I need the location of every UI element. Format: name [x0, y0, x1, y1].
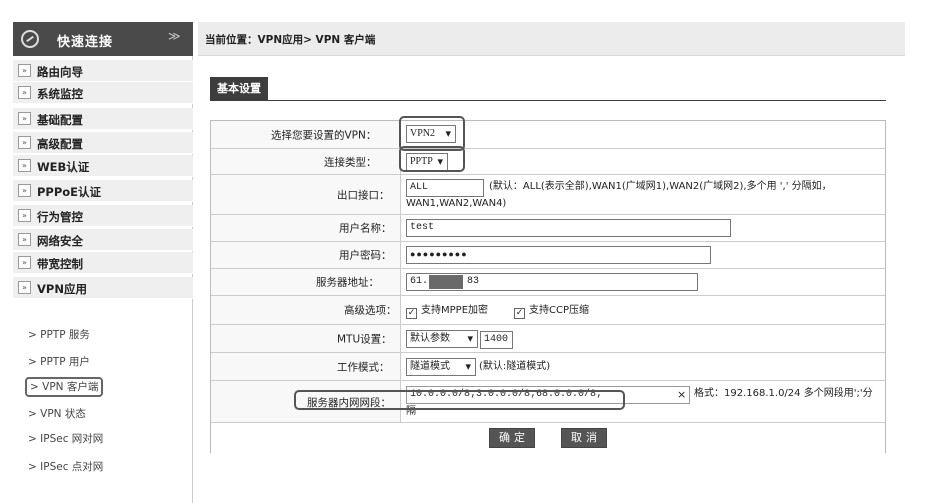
sidebar-item-label: PPPoE认证 [37, 185, 102, 199]
password-input[interactable]: ●●●●●●●●● [406, 246, 711, 264]
sidebar-subitem-3[interactable]: > VPN 状态 [25, 404, 89, 424]
server-label: 服务器地址： [316, 276, 379, 289]
mode-hint: (默认:隧道模式) [479, 361, 551, 372]
sidebar-item-2[interactable]: » 基础配置 [13, 108, 193, 130]
sidebar-item-label: 带宽控制 [37, 257, 83, 271]
sidebar-item-6[interactable]: » 行为管控 [13, 205, 193, 227]
server-address-input[interactable]: 61. 83 [406, 273, 698, 291]
row-advanced-options: 高级选项： ✓ 支持MPPE加密 ✓ 支持CCP压缩 [211, 296, 885, 325]
ok-button[interactable]: 确定 [489, 428, 535, 448]
sidebar: 快速连接 ≫ » 路由向导 » 系统监控 » 基础配置 » 高级配置 » WEB认证 » PPPoE认… [13, 22, 193, 503]
highlight-connection-type [399, 146, 465, 172]
sidebar-title: 快速连接 [57, 35, 114, 50]
expand-arrow-icon: » [18, 86, 31, 99]
username-input[interactable]: test [406, 219, 731, 237]
cancel-button[interactable]: 取消 [561, 428, 607, 448]
row-outlet-interface: 出口接口： ALL (默认：ALL(表示全部),WAN1(广域网1),WAN2(… [211, 175, 885, 215]
clear-icon[interactable]: × [677, 388, 686, 402]
chevron-down-icon: ▾ [467, 332, 473, 345]
sidebar-item-0[interactable]: » 路由向导 [13, 60, 193, 82]
sidebar-item-3[interactable]: » 高级配置 [13, 132, 193, 154]
work-mode-select[interactable]: 隧道模式 ▾ [406, 358, 476, 376]
redaction-mask [429, 275, 463, 289]
sidebar-subitem-0[interactable]: > PPTP 服务 [25, 325, 93, 345]
mtu-label: MTU设置： [337, 333, 392, 345]
outlet-hint-line2: WAN1,WAN2,WAN4) [406, 198, 507, 209]
row-buttons: 确定 取消 [211, 423, 885, 454]
row-mtu: MTU设置： 默认参数 ▾ 1400 [211, 325, 885, 353]
sidebar-subitem-2[interactable]: > VPN 客户端 [25, 377, 104, 397]
row-password: 用户密码： ●●●●●●●●● [211, 242, 885, 269]
vpn-select-label: 选择您要设置的VPN： [271, 129, 377, 141]
sidebar-subitem-4[interactable]: > IPSec 网对网 [25, 429, 106, 449]
expand-arrow-icon: » [18, 184, 31, 197]
row-server-address: 服务器地址： 61. 83 [211, 269, 885, 296]
chevron-down-icon: ▾ [465, 360, 471, 373]
sidebar-item-1[interactable]: » 系统监控 [13, 82, 193, 104]
sidebar-item-4[interactable]: » WEB认证 [13, 155, 193, 177]
outlet-interface-input[interactable]: ALL [406, 179, 484, 197]
expand-arrow-icon: » [18, 159, 31, 172]
quick-connect-icon [21, 30, 39, 48]
section-divider [210, 100, 886, 101]
expand-arrow-icon: » [18, 112, 31, 125]
outlet-hint: (默认：ALL(表示全部),WAN1(广域网1),WAN2(广域网2),多个用 … [489, 181, 832, 192]
breadcrumb: 当前位置：VPN应用> VPN 客户端 [205, 34, 376, 46]
collapse-chevron-icon[interactable]: ≫ [168, 29, 181, 43]
mtu-select[interactable]: 默认参数 ▾ [406, 330, 478, 348]
expand-arrow-icon: » [18, 256, 31, 269]
mtu-value-input[interactable]: 1400 [480, 331, 513, 349]
breadcrumb-bar: 当前位置：VPN应用> VPN 客户端 [198, 22, 905, 56]
username-label: 用户名称： [339, 222, 392, 235]
highlight-subnet [294, 390, 625, 410]
row-username: 用户名称： test [211, 215, 885, 242]
advanced-label: 高级选项： [344, 304, 397, 317]
sidebar-item-label: VPN应用 [37, 282, 87, 296]
expand-arrow-icon: » [18, 136, 31, 149]
outlet-label: 出口接口： [337, 189, 390, 201]
expand-arrow-icon: » [18, 209, 31, 222]
mode-label: 工作模式： [337, 361, 390, 373]
sidebar-item-label: 行为管控 [37, 210, 83, 224]
section-tab-basic-settings[interactable]: 基本设置 [210, 77, 268, 100]
sidebar-item-9[interactable]: » VPN应用 [13, 277, 193, 299]
sidebar-item-label: 系统监控 [37, 87, 83, 101]
expand-arrow-icon: » [18, 233, 31, 246]
subnet-hint: 格式：192.168.1.0/24 多个网段用';'分 [694, 388, 873, 399]
expand-arrow-icon: » [18, 281, 31, 294]
sidebar-item-label: WEB认证 [37, 160, 90, 174]
password-label: 用户密码： [339, 249, 392, 262]
sidebar-header[interactable]: 快速连接 ≫ [13, 22, 193, 56]
sidebar-item-label: 基础配置 [37, 113, 83, 127]
row-vpn-select: 选择您要设置的VPN： VPN2 ▾ [211, 121, 885, 149]
ccp-checkbox[interactable]: ✓ [514, 308, 525, 319]
expand-arrow-icon: » [18, 64, 31, 77]
mppe-checkbox[interactable]: ✓ [406, 308, 417, 319]
sidebar-subitem-1[interactable]: > PPTP 用户 [25, 352, 93, 372]
sidebar-item-8[interactable]: » 带宽控制 [13, 252, 193, 274]
sidebar-item-label: 路由向导 [37, 65, 83, 79]
mppe-option[interactable]: ✓ 支持MPPE加密 [406, 304, 488, 319]
sidebar-item-label: 网络安全 [37, 234, 83, 248]
ccp-option[interactable]: ✓ 支持CCP压缩 [514, 304, 589, 319]
sidebar-item-7[interactable]: » 网络安全 [13, 229, 193, 251]
sidebar-item-5[interactable]: » PPPoE认证 [13, 180, 193, 202]
row-work-mode: 工作模式： 隧道模式 ▾ (默认:隧道模式) [211, 353, 885, 381]
sidebar-item-label: 高级配置 [37, 137, 83, 151]
conn-type-label: 连接类型： [324, 156, 377, 168]
row-connection-type: 连接类型： PPTP ▾ [211, 149, 885, 175]
sidebar-subitem-5[interactable]: > IPSec 点对网 [25, 457, 106, 477]
